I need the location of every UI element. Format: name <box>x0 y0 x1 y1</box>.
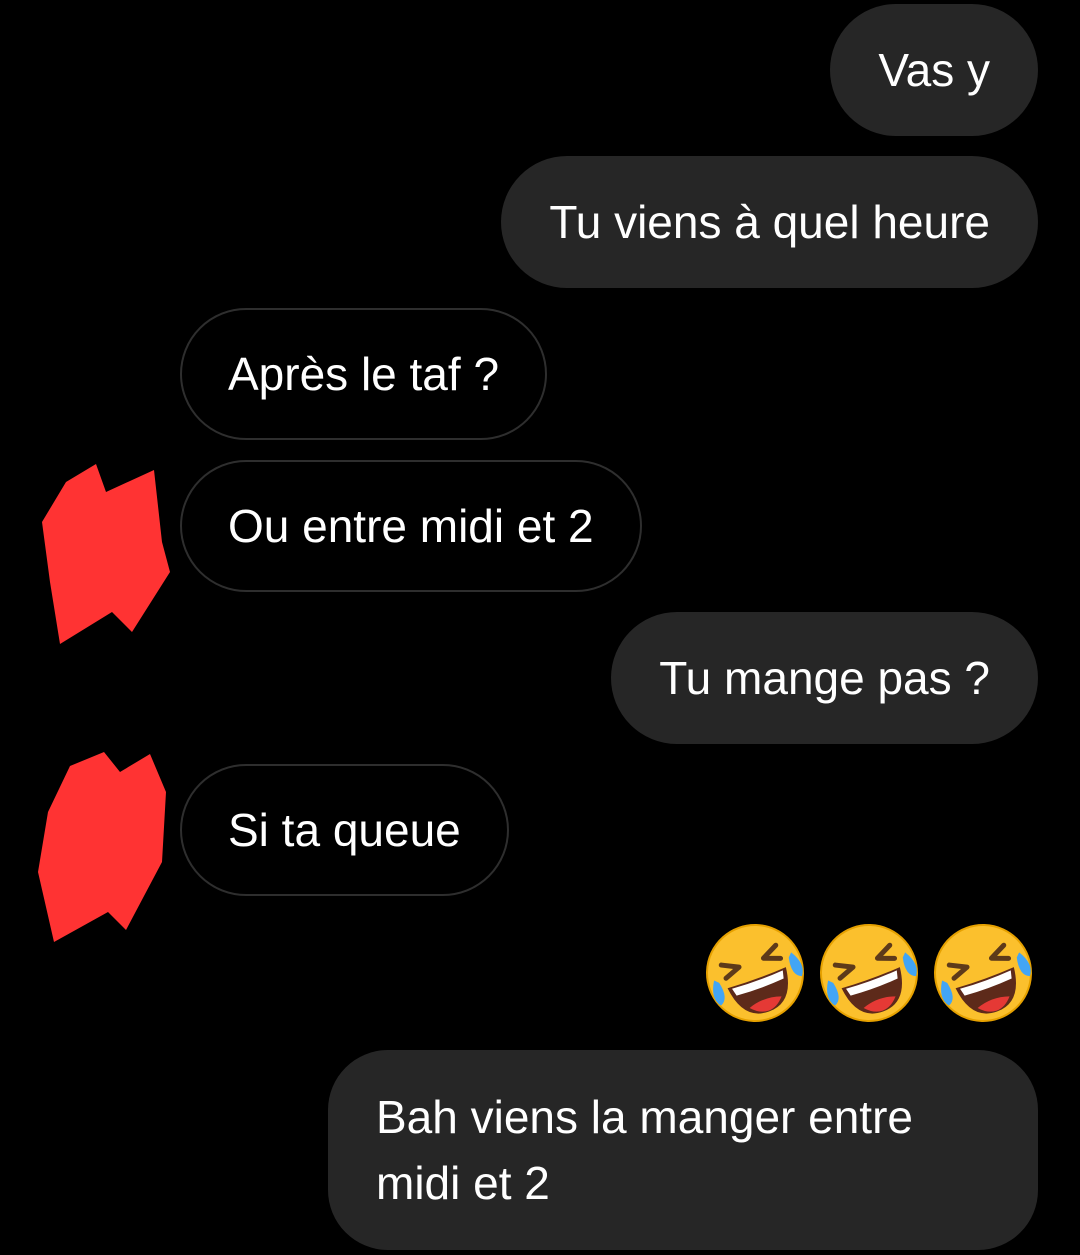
message-bubble-received[interactable]: Ou entre midi et 2 <box>180 460 642 592</box>
message-bubble-received[interactable]: Après le taf ? <box>180 308 548 440</box>
message-text: Si ta queue <box>228 804 461 856</box>
message-text: Vas y <box>878 44 990 96</box>
message-text: Bah viens la manger entre midi et 2 <box>376 1091 913 1209</box>
message-text: Ou entre midi et 2 <box>228 500 594 552</box>
rolling-on-the-floor-laughing-icon <box>706 924 804 1022</box>
message-text: Tu mange pas ? <box>659 652 990 704</box>
message-text: Après le taf ? <box>228 348 500 400</box>
rolling-on-the-floor-laughing-icon <box>934 924 1032 1022</box>
message-bubble-sent[interactable]: Vas y <box>830 4 1038 136</box>
rolling-on-the-floor-laughing-icon <box>820 924 918 1022</box>
redacted-avatar-icon <box>38 752 166 942</box>
message-bubble-sent[interactable]: Bah viens la manger entre midi et 2 <box>328 1050 1038 1250</box>
message-bubble-sent[interactable]: Tu viens à quel heure <box>501 156 1038 288</box>
emoji-message[interactable] <box>700 918 1038 1028</box>
message-bubble-sent[interactable]: Tu mange pas ? <box>611 612 1038 744</box>
message-bubble-received[interactable]: Si ta queue <box>180 764 509 896</box>
redacted-avatar-icon <box>42 464 170 644</box>
message-text: Tu viens à quel heure <box>549 196 990 248</box>
